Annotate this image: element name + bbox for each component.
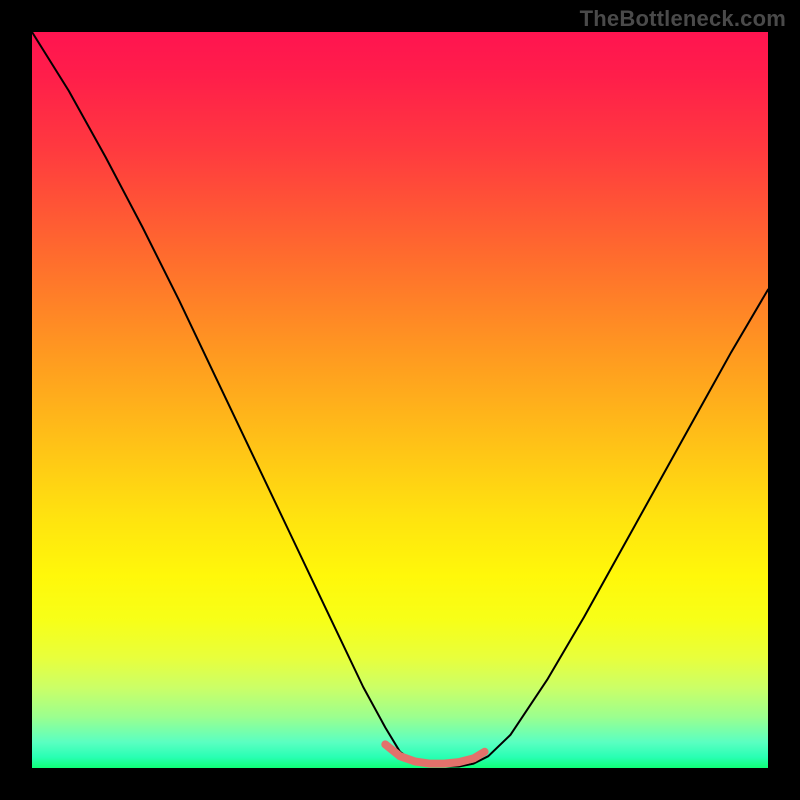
trough-marker [385,744,484,763]
watermark-text: TheBottleneck.com [580,6,786,32]
plot-area [32,32,768,768]
bottleneck-curve [32,32,768,767]
curve-svg [32,32,768,768]
chart-frame: TheBottleneck.com [0,0,800,800]
